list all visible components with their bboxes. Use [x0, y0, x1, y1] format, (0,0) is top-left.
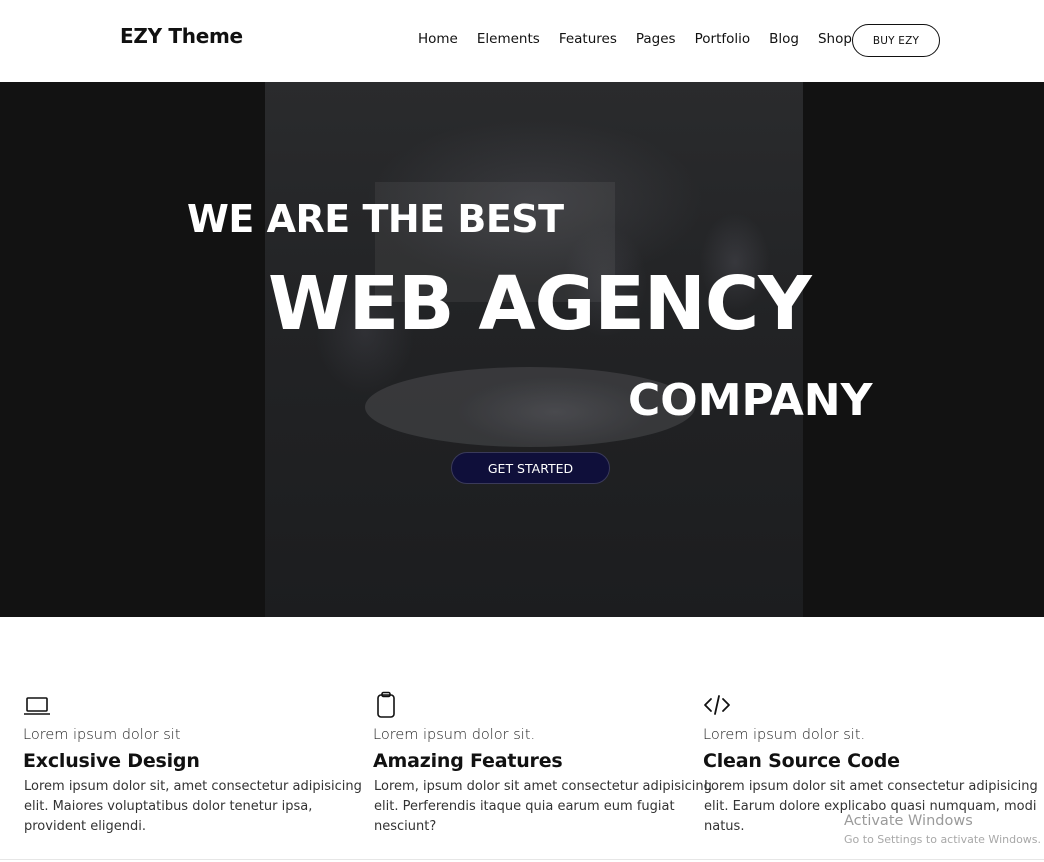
hero-heading-line1: WE ARE THE BEST: [187, 197, 564, 241]
nav-elements[interactable]: Elements: [477, 31, 540, 47]
hero-section: WE ARE THE BEST WEB AGENCY COMPANY GET S…: [0, 82, 1044, 617]
nav-features[interactable]: Features: [559, 31, 617, 47]
feature-card-amazing-features: Lorem ipsum dolor sit. Amazing Features …: [373, 690, 713, 834]
feature-card-exclusive-design: Lorem ipsum dolor sit Exclusive Design L…: [23, 690, 363, 834]
code-icon: [704, 695, 730, 715]
get-started-button[interactable]: GET STARTED: [451, 452, 610, 484]
feature-title: Clean Source Code: [703, 750, 900, 772]
feature-card-clean-source-code: Lorem ipsum dolor sit. Clean Source Code…: [703, 690, 1043, 834]
nav-shop[interactable]: Shop: [818, 31, 852, 47]
site-header: EZY Theme Home Elements Features Pages P…: [0, 0, 1044, 81]
activate-windows-title: Activate Windows: [844, 813, 973, 829]
feature-subtitle: Lorem ipsum dolor sit.: [373, 727, 536, 743]
clipboard-icon: [377, 691, 395, 718]
main-nav: Home Elements Features Pages Portfolio B…: [418, 31, 871, 47]
feature-title: Amazing Features: [373, 750, 563, 772]
hero-heading-line3: COMPANY: [628, 375, 873, 426]
site-logo[interactable]: EZY Theme: [120, 24, 243, 48]
nav-portfolio[interactable]: Portfolio: [695, 31, 751, 47]
activate-windows-subtitle: Go to Settings to activate Windows.: [844, 833, 1042, 846]
feature-subtitle: Lorem ipsum dolor sit: [23, 727, 181, 743]
nav-pages[interactable]: Pages: [636, 31, 676, 47]
hero-background-photo: [265, 82, 803, 617]
buy-ezy-button[interactable]: BUY EZY: [852, 24, 940, 57]
hero-heading-line2: WEB AGENCY: [268, 261, 812, 347]
nav-home[interactable]: Home: [418, 31, 458, 47]
feature-description: Lorem ipsum dolor sit, amet consectetur …: [24, 779, 362, 834]
feature-description: Lorem, ipsum dolor sit amet consectetur …: [374, 779, 712, 834]
laptop-icon: [24, 697, 50, 715]
feature-title: Exclusive Design: [23, 750, 200, 772]
nav-blog[interactable]: Blog: [769, 31, 799, 47]
feature-subtitle: Lorem ipsum dolor sit.: [703, 727, 866, 743]
page-bottom-divider: [0, 859, 1044, 860]
